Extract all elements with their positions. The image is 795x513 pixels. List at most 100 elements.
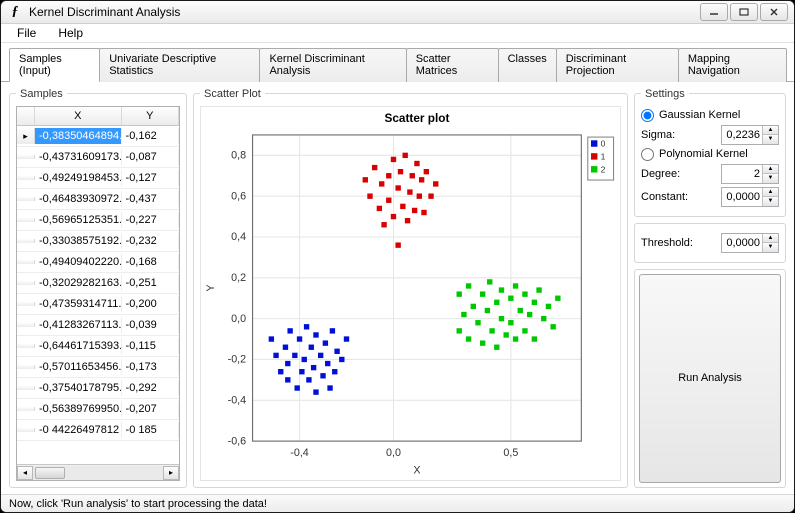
scroll-right-button[interactable]: ▸ [163, 466, 179, 480]
run-analysis-button[interactable]: Run Analysis [639, 274, 781, 484]
polynomial-radio-input[interactable] [641, 148, 654, 161]
degree-input[interactable]: ▲▼ [721, 164, 779, 184]
table-row[interactable]: -0,33038575192... -0,232 [17, 231, 179, 252]
table-row[interactable]: -0,38350464894... -0,162 [17, 126, 179, 147]
cell-y[interactable]: -0,162 [122, 128, 179, 144]
threshold-field[interactable] [722, 234, 762, 252]
cell-y[interactable]: -0,087 [122, 149, 179, 165]
cell-y[interactable]: -0,127 [122, 170, 179, 186]
col-header-y[interactable]: Y [122, 107, 179, 125]
constant-field[interactable] [722, 188, 762, 206]
tab-discriminant-projection[interactable]: Discriminant Projection [556, 48, 679, 82]
table-row[interactable]: -0,56389769950... -0,207 [17, 399, 179, 420]
scroll-left-button[interactable]: ◂ [17, 466, 33, 480]
threshold-input[interactable]: ▲▼ [721, 233, 779, 253]
maximize-button[interactable] [730, 3, 758, 21]
cell-y[interactable]: -0,173 [122, 359, 179, 375]
cell-y[interactable]: -0,227 [122, 212, 179, 228]
window-title: Kernel Discriminant Analysis [29, 5, 700, 19]
table-row[interactable]: -0,46483930972... -0,437 [17, 189, 179, 210]
cell-y[interactable]: -0,437 [122, 191, 179, 207]
svg-text:1: 1 [601, 151, 606, 161]
cell-x[interactable]: -0,56965125351... [35, 212, 122, 228]
menu-file[interactable]: File [7, 24, 46, 42]
constant-input[interactable]: ▲▼ [721, 187, 779, 207]
settings-legend: Settings [641, 88, 689, 100]
degree-field[interactable] [722, 165, 762, 183]
cell-x[interactable]: -0,32029282163... [35, 275, 122, 291]
sigma-input[interactable]: ▲▼ [721, 125, 779, 145]
samples-table[interactable]: X Y -0,38350464894... -0,162 -0,43731609… [16, 106, 180, 482]
tab-samples-input[interactable]: Samples (Input) [9, 48, 100, 82]
table-row[interactable]: -0,49249198453... -0,127 [17, 168, 179, 189]
col-header-x[interactable]: X [35, 107, 122, 125]
close-button[interactable] [760, 3, 788, 21]
table-row[interactable]: -0,37540178795... -0,292 [17, 378, 179, 399]
samples-legend: Samples [16, 88, 67, 100]
table-row[interactable]: -0,32029282163... -0,251 [17, 273, 179, 294]
gaussian-kernel-radio[interactable]: Gaussian Kernel [641, 109, 779, 122]
cell-x[interactable]: -0,56389769950... [35, 401, 122, 417]
table-row[interactable]: -0,57011653456... -0,173 [17, 357, 179, 378]
cell-y[interactable]: -0,200 [122, 296, 179, 312]
minimize-button[interactable] [700, 3, 728, 21]
cell-y[interactable]: -0,168 [122, 254, 179, 270]
row-gutter [17, 239, 35, 243]
tab-univariate-stats[interactable]: Univariate Descriptive Statistics [99, 48, 260, 82]
table-row[interactable]: -0,49409402220... -0,168 [17, 252, 179, 273]
table-row[interactable]: -0,41283267113... -0,039 [17, 315, 179, 336]
cell-y[interactable]: -0,115 [122, 338, 179, 354]
tab-mapping-navigation[interactable]: Mapping Navigation [678, 48, 787, 82]
cell-x[interactable]: -0,41283267113... [35, 317, 122, 333]
polynomial-kernel-radio[interactable]: Polynomial Kernel [641, 148, 779, 161]
svg-text:0,0: 0,0 [386, 447, 401, 459]
horizontal-scrollbar[interactable]: ◂ ▸ [17, 464, 179, 480]
cell-x[interactable]: -0,49249198453... [35, 170, 122, 186]
cell-y[interactable]: -0,039 [122, 317, 179, 333]
scatter-plot-legend: Scatter Plot [200, 88, 265, 100]
sigma-up[interactable]: ▲ [763, 126, 778, 136]
cell-y[interactable]: -0,207 [122, 401, 179, 417]
titlebar: ƒ Kernel Discriminant Analysis [1, 1, 794, 24]
threshold-up[interactable]: ▲ [763, 234, 778, 244]
cell-x[interactable]: -0,46483930972... [35, 191, 122, 207]
scroll-thumb[interactable] [35, 467, 65, 479]
cell-x[interactable]: -0,37540178795... [35, 380, 122, 396]
tab-kernel-discriminant[interactable]: Kernel Discriminant Analysis [259, 48, 406, 82]
tab-scatter-matrices[interactable]: Scatter Matrices [406, 48, 499, 82]
cell-x[interactable]: -0,33038575192... [35, 233, 122, 249]
cell-x[interactable]: -0,49409402220... [35, 254, 122, 270]
row-header-gutter [17, 107, 35, 125]
table-row[interactable]: -0,64461715393... -0,115 [17, 336, 179, 357]
scroll-track[interactable] [33, 466, 163, 480]
sigma-down[interactable]: ▼ [763, 135, 778, 144]
gaussian-radio-input[interactable] [641, 109, 654, 122]
cell-y[interactable]: -0,232 [122, 233, 179, 249]
row-gutter [17, 386, 35, 390]
degree-down[interactable]: ▼ [763, 174, 778, 183]
threshold-down[interactable]: ▼ [763, 243, 778, 252]
cell-y[interactable]: -0 185 [122, 422, 179, 438]
row-gutter [17, 344, 35, 348]
constant-up[interactable]: ▲ [763, 188, 778, 198]
cell-y[interactable]: -0,251 [122, 275, 179, 291]
row-gutter [17, 281, 35, 285]
table-row[interactable]: -0,47359314711... -0,200 [17, 294, 179, 315]
cell-y[interactable]: -0,292 [122, 380, 179, 396]
constant-down[interactable]: ▼ [763, 197, 778, 206]
menu-help[interactable]: Help [48, 24, 93, 42]
cell-x[interactable]: -0,38350464894... [35, 128, 122, 144]
tab-classes[interactable]: Classes [498, 48, 557, 82]
cell-x[interactable]: -0,47359314711... [35, 296, 122, 312]
cell-x[interactable]: -0,43731609173... [35, 149, 122, 165]
table-row[interactable]: -0 44226497812 -0 185 [17, 420, 179, 441]
cell-x[interactable]: -0,57011653456... [35, 359, 122, 375]
table-row[interactable]: -0,43731609173... -0,087 [17, 147, 179, 168]
svg-text:0: 0 [601, 138, 606, 148]
sigma-field[interactable] [722, 126, 762, 144]
plot-canvas[interactable]: -0,40,00,5-0,6-0,4-0,20,00,20,40,60,8Sca… [200, 106, 621, 482]
degree-up[interactable]: ▲ [763, 165, 778, 175]
cell-x[interactable]: -0,64461715393... [35, 338, 122, 354]
table-row[interactable]: -0,56965125351... -0,227 [17, 210, 179, 231]
cell-x[interactable]: -0 44226497812 [35, 422, 122, 438]
